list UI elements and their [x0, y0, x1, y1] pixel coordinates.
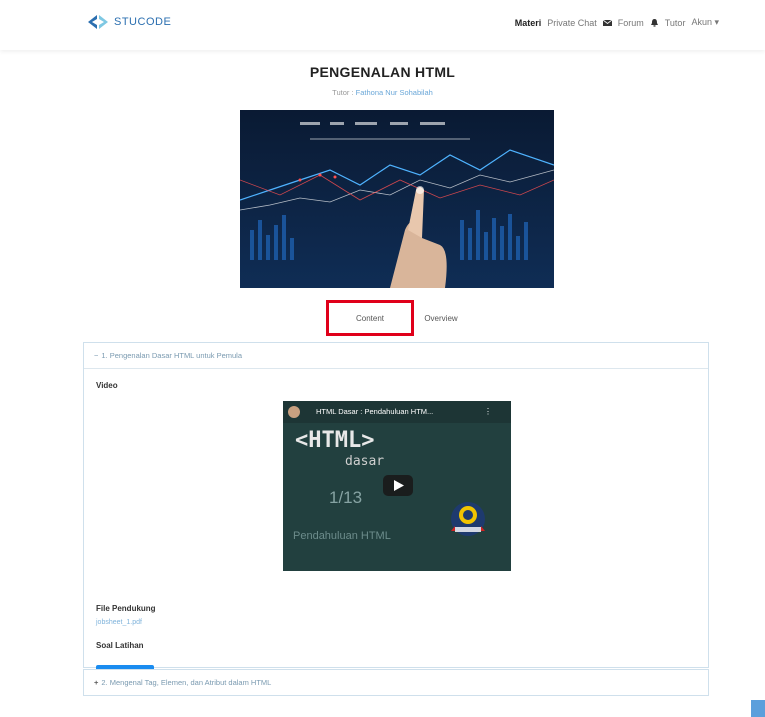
collapse-icon: −: [94, 351, 99, 360]
brand-name: STUCODE: [114, 16, 172, 28]
tab-content[interactable]: Content: [326, 300, 414, 336]
code-brackets-icon: [88, 15, 108, 29]
video-title: HTML Dasar : Pendahuluan HTM...: [316, 407, 433, 416]
overlay-dasar-text: dasar: [345, 454, 384, 469]
channel-avatar-icon: [288, 406, 300, 418]
tutor-label: Tutor :: [332, 88, 354, 97]
course-cover-image: [240, 110, 554, 288]
exercise-label: Soal Latihan: [96, 641, 144, 650]
more-options-icon: ⋮: [484, 407, 492, 416]
envelope-icon: [602, 19, 612, 26]
overlay-caption-text: Pendahuluan HTML: [293, 530, 391, 542]
section-title: 1. Pengenalan Dasar HTML untuk Pemula: [101, 351, 243, 360]
bell-icon: [650, 18, 658, 27]
brand-logo[interactable]: STUCODE: [86, 13, 171, 31]
video-player[interactable]: HTML Dasar : Pendahuluan HTM... ⋮ <HTML>…: [283, 401, 511, 571]
section-panel: + 2. Mengenal Tag, Elemen, dan Atribut d…: [83, 669, 709, 696]
nav-private-chat[interactable]: Private Chat: [547, 18, 597, 28]
overlay-number-text: 1/13: [329, 488, 362, 507]
nav-materi[interactable]: Materi: [515, 18, 542, 28]
section-title: 2. Mengenal Tag, Elemen, dan Atribut dal…: [101, 678, 272, 687]
navbar: STUCODE Materi Private Chat Forum Tutor …: [0, 0, 765, 50]
video-thumbnail: HTML Dasar : Pendahuluan HTM... ⋮ <HTML>…: [283, 401, 511, 571]
course-tabs: Content Overview: [0, 300, 765, 336]
section-body: Video HTML Dasar : Pendahuluan HTM... ⋮ …: [84, 368, 708, 685]
expand-icon: +: [94, 678, 99, 687]
caret-down-icon: ▾: [714, 17, 719, 27]
tab-overview[interactable]: Overview: [414, 300, 468, 336]
overlay-html-text: <HTML>: [295, 428, 374, 453]
nav-akun[interactable]: Akun ▾: [691, 17, 719, 28]
course-title: PENGENALAN HTML: [309, 64, 456, 80]
nav-menu: Materi Private Chat Forum Tutor Akun ▾: [515, 17, 719, 28]
nav-forum[interactable]: Forum: [618, 18, 644, 28]
section-panel: − 1. Pengenalan Dasar HTML untuk Pemula …: [83, 342, 709, 685]
file-download-link[interactable]: jobsheet_1.pdf: [96, 619, 142, 626]
tutor-name-link[interactable]: Fathona Nur Sohabilah: [356, 88, 433, 97]
video-label: Video: [96, 381, 118, 390]
file-label: File Pendukung: [96, 604, 156, 613]
course-tutor: Tutor : Fathona Nur Sohabilah: [0, 88, 765, 97]
section-header[interactable]: − 1. Pengenalan Dasar HTML untuk Pemula: [84, 343, 708, 368]
nav-tutor[interactable]: Tutor: [665, 18, 686, 28]
stock-chart-illustration: [240, 110, 554, 288]
scroll-to-top-button[interactable]: [751, 700, 765, 717]
section-header[interactable]: + 2. Mengenal Tag, Elemen, dan Atribut d…: [84, 670, 708, 695]
